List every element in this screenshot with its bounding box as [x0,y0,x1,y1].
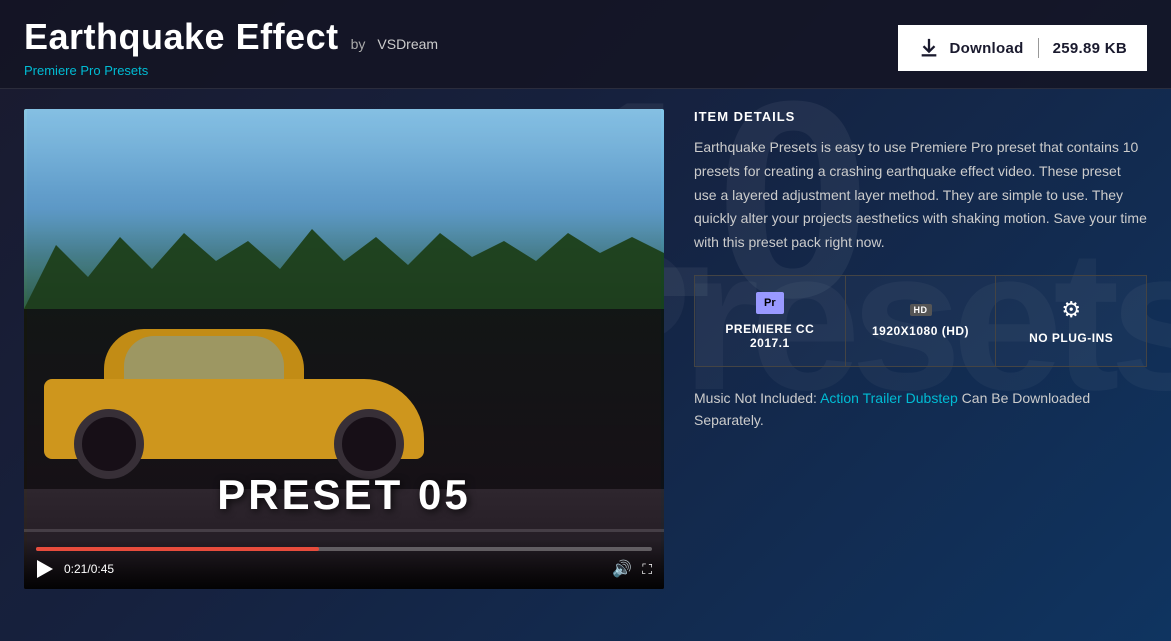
feature-label-resolution: 1920X1080 (HD) [872,324,969,338]
music-note: Music Not Included: Action Trailer Dubst… [694,387,1147,432]
play-button[interactable] [36,560,54,578]
volume-icon[interactable]: 🔊 [612,559,632,579]
music-link[interactable]: Action Trailer Dubstep [820,390,958,406]
controls-row: 0:21/0:45 🔊 ⛶ [36,559,652,579]
item-details-section: ITEM DETAILS Earthquake Presets is easy … [694,109,1147,255]
page-title: Earthquake Effect [24,16,339,58]
progress-bar[interactable] [36,547,652,551]
feature-box-premiere: Pr PREMIERE CC 2017.1 [695,276,846,366]
title-row: Earthquake Effect by VSDream [24,16,438,58]
item-description: Earthquake Presets is easy to use Premie… [694,136,1147,255]
header-left: Earthquake Effect by VSDream Premiere Pr… [24,16,438,80]
video-player: PRESET 05 0:21/0:45 🔊 ⛶ [24,109,664,589]
item-details-title: ITEM DETAILS [694,109,1147,124]
feature-label-plugins: NO PLUG-INS [1029,331,1113,345]
feature-label-premiere: PREMIERE CC 2017.1 [707,322,833,350]
feature-box-resolution: HD 1920X1080 (HD) [846,276,997,366]
preset-label: PRESET 05 [217,471,470,519]
main-content: PRESET 05 0:21/0:45 🔊 ⛶ ITEM DETAILS Ear… [0,89,1171,609]
download-icon [918,37,940,59]
breadcrumb-link[interactable]: Premiere Pro Presets [24,63,148,78]
download-label: Download [950,40,1024,57]
download-button[interactable]: Download 259.89 KB [898,25,1147,71]
gear-icon: ⚙ [1061,297,1081,323]
file-size: 259.89 KB [1053,40,1127,57]
feature-boxes: Pr PREMIERE CC 2017.1 HD 1920X1080 (HD) … [694,275,1147,367]
header: Earthquake Effect by VSDream Premiere Pr… [0,0,1171,89]
author-name: VSDream [377,36,438,52]
breadcrumb: Premiere Pro Presets [24,62,438,80]
right-panel: ITEM DETAILS Earthquake Presets is easy … [694,109,1147,589]
fullscreen-icon[interactable]: ⛶ [642,561,652,578]
video-controls: 0:21/0:45 🔊 ⛶ [24,539,664,589]
music-prefix: Music Not Included: [694,390,820,406]
premiere-icon: Pr [756,292,784,314]
feature-box-plugins: ⚙ NO PLUG-INS [996,276,1146,366]
time-display: 0:21/0:45 [64,562,602,576]
hd-badge: HD [910,304,932,316]
by-label: by [351,36,366,52]
progress-bar-fill [36,547,319,551]
play-icon [37,560,53,578]
download-divider [1038,38,1039,58]
